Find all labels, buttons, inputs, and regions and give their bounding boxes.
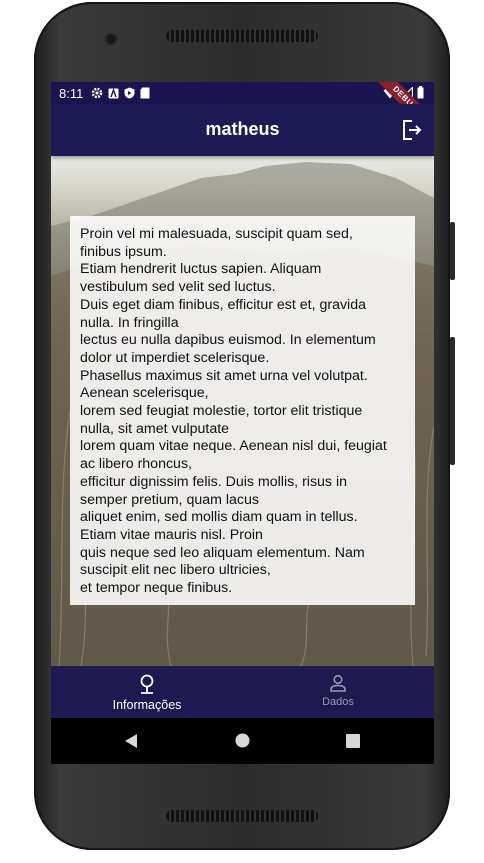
a-icon	[108, 87, 119, 98]
power-button	[450, 222, 455, 280]
system-navigation-bar	[51, 718, 434, 764]
nav-label-informacoes: Informações	[112, 698, 182, 712]
location-pin-icon	[140, 674, 154, 694]
status-bar: 8:11 DEBUG	[51, 82, 434, 143]
nav-item-dados[interactable]: Dados	[278, 674, 398, 708]
person-icon	[330, 674, 346, 692]
sd-card-icon	[140, 87, 150, 99]
play-protect-icon	[124, 87, 135, 99]
nav-label-dados: Dados	[322, 696, 354, 708]
info-card: Proin vel mi malesuada, suscipit quam se…	[70, 216, 415, 605]
app-bar: matheus	[51, 104, 434, 156]
bottom-speaker	[166, 810, 318, 822]
top-speaker	[166, 30, 318, 42]
gear-icon	[92, 87, 103, 99]
status-time: 8:11	[59, 85, 84, 101]
back-icon[interactable]	[124, 733, 138, 749]
screen: 8:11 DEBUG matheus Proin vel mi malesuad…	[51, 82, 434, 764]
app-bar-title: matheus	[205, 119, 280, 139]
nav-item-informacoes[interactable]: Informações	[87, 674, 207, 712]
logout-icon[interactable]	[400, 118, 424, 142]
recents-icon[interactable]	[346, 734, 360, 748]
home-icon[interactable]	[235, 733, 250, 748]
background-image-area: Proin vel mi malesuada, suscipit quam se…	[51, 156, 434, 666]
card-body-text: Proin vel mi malesuada, suscipit quam se…	[80, 226, 387, 597]
bottom-navigation-bar: Informações Dados	[51, 666, 434, 718]
volume-button	[450, 337, 455, 465]
front-camera	[106, 34, 116, 44]
battery-icon	[417, 86, 424, 99]
